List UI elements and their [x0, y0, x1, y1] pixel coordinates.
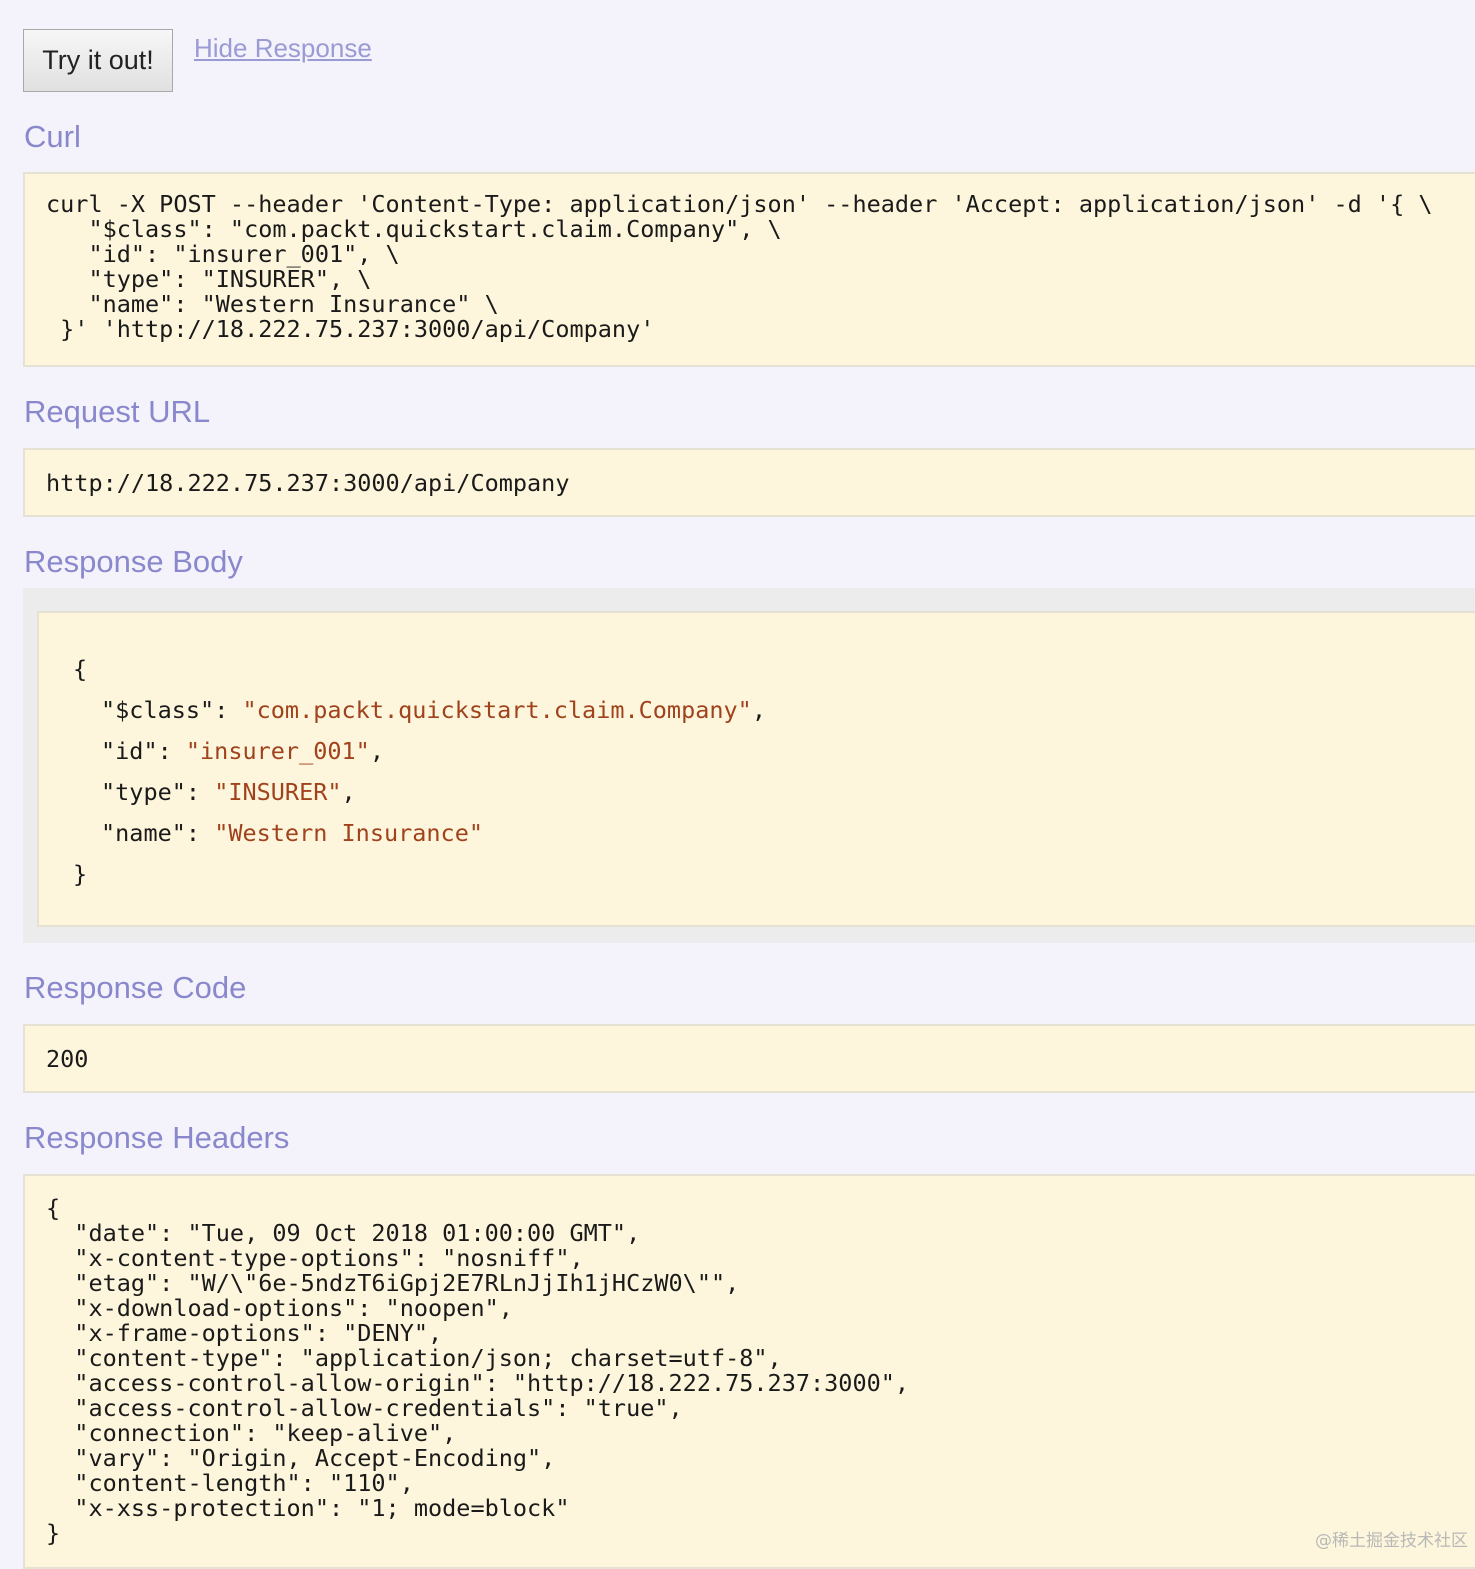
- json-close-brace: }: [73, 860, 88, 888]
- response-headers-heading: Response Headers: [24, 1120, 290, 1155]
- curl-command[interactable]: curl -X POST --header 'Content-Type: app…: [46, 192, 1433, 342]
- json-key: "type": [101, 778, 186, 806]
- response-code-box: 200: [23, 1024, 1475, 1093]
- hide-response-link[interactable]: Hide Response: [194, 33, 372, 64]
- response-headers-text[interactable]: { "date": "Tue, 09 Oct 2018 01:00:00 GMT…: [46, 1196, 909, 1546]
- json-value: "INSURER": [214, 778, 342, 806]
- request-url-value[interactable]: http://18.222.75.237:3000/api/Company: [46, 469, 569, 497]
- json-value: "Western Insurance": [214, 819, 484, 847]
- response-headers-box: { "date": "Tue, 09 Oct 2018 01:00:00 GMT…: [23, 1174, 1475, 1569]
- json-open-brace: {: [73, 655, 88, 683]
- json-key: "name": [101, 819, 186, 847]
- json-field: "type": "INSURER",: [101, 778, 356, 806]
- try-it-out-button[interactable]: Try it out!: [23, 29, 173, 92]
- json-field: "id": "insurer_001",: [101, 737, 384, 765]
- request-url-heading: Request URL: [24, 394, 211, 429]
- response-body-box[interactable]: { "$class": "com.packt.quickstart.claim.…: [37, 611, 1475, 927]
- response-code-heading: Response Code: [24, 970, 247, 1005]
- response-body-container: { "$class": "com.packt.quickstart.claim.…: [23, 588, 1475, 943]
- json-key: "id": [101, 737, 158, 765]
- json-field: "$class": "com.packt.quickstart.claim.Co…: [101, 696, 766, 724]
- response-body-heading: Response Body: [24, 544, 243, 579]
- response-code-value[interactable]: 200: [46, 1045, 88, 1073]
- request-url-box: http://18.222.75.237:3000/api/Company: [23, 448, 1475, 517]
- watermark: @稀土掘金技术社区: [1315, 1531, 1468, 1551]
- json-value: "insurer_001": [185, 737, 370, 765]
- json-key: "$class": [101, 696, 215, 724]
- curl-box: curl -X POST --header 'Content-Type: app…: [23, 172, 1475, 367]
- curl-heading: Curl: [24, 119, 81, 154]
- json-value: "com.packt.quickstart.claim.Company": [242, 696, 752, 724]
- json-field: "name": "Western Insurance": [101, 819, 484, 847]
